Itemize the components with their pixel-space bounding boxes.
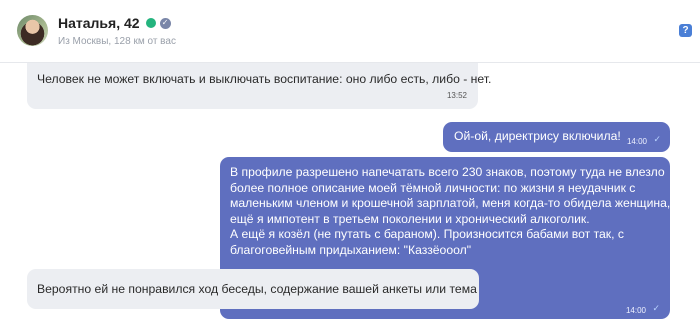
message-line: маленьким членом и крошечной зарплатой, …: [230, 196, 681, 210]
contact-location: Из Москвы, 128 км от вас: [58, 36, 176, 47]
chat-header: Наталья, 42 ✓ Из Москвы, 128 км от вас ?: [0, 0, 700, 63]
message-time: 14:00: [625, 306, 646, 315]
message-text: Ой-ой, директрису включила!: [454, 129, 621, 143]
message-time: 13:52: [446, 90, 467, 100]
read-check-icon: ✓: [652, 303, 660, 313]
message-text: Вероятно ей не понравился ход беседы, со…: [37, 282, 477, 296]
message-text: Человек не может включать и выключать во…: [37, 72, 492, 86]
contact-name[interactable]: Наталья, 42: [58, 15, 140, 31]
contact-name-line: Наталья, 42 ✓: [58, 14, 171, 32]
message-line: А ещё я козёл (не путать с бараном). Про…: [230, 227, 625, 241]
message-time: 14:00: [626, 137, 647, 146]
verified-icon: ✓: [159, 17, 171, 29]
message-incoming: Человек не может включать и выключать во…: [27, 63, 491, 109]
online-status-icon: [145, 18, 156, 28]
message-line: В профиле разрешено напечатать всего 230…: [230, 165, 665, 179]
message-outgoing: Ой-ой, директрису включила! 14:00 ✓: [443, 122, 670, 152]
avatar[interactable]: [17, 15, 48, 46]
message-incoming: Вероятно ей не понравился ход беседы, со…: [27, 269, 479, 309]
read-check-icon: ✓: [653, 134, 661, 144]
message-line: благоговейным придыханием: "Каззёооол": [230, 242, 472, 257]
help-button[interactable]: ?: [679, 24, 692, 37]
message-line: более полное описание моей тёмной личнос…: [230, 180, 636, 195]
message-line: ещё я импотент в третьем поколении и хро…: [230, 211, 590, 226]
message-list[interactable]: Человек не может включать и выключать во…: [0, 63, 700, 319]
message-text: В профиле разрешено напечатать всего 230…: [230, 165, 681, 258]
